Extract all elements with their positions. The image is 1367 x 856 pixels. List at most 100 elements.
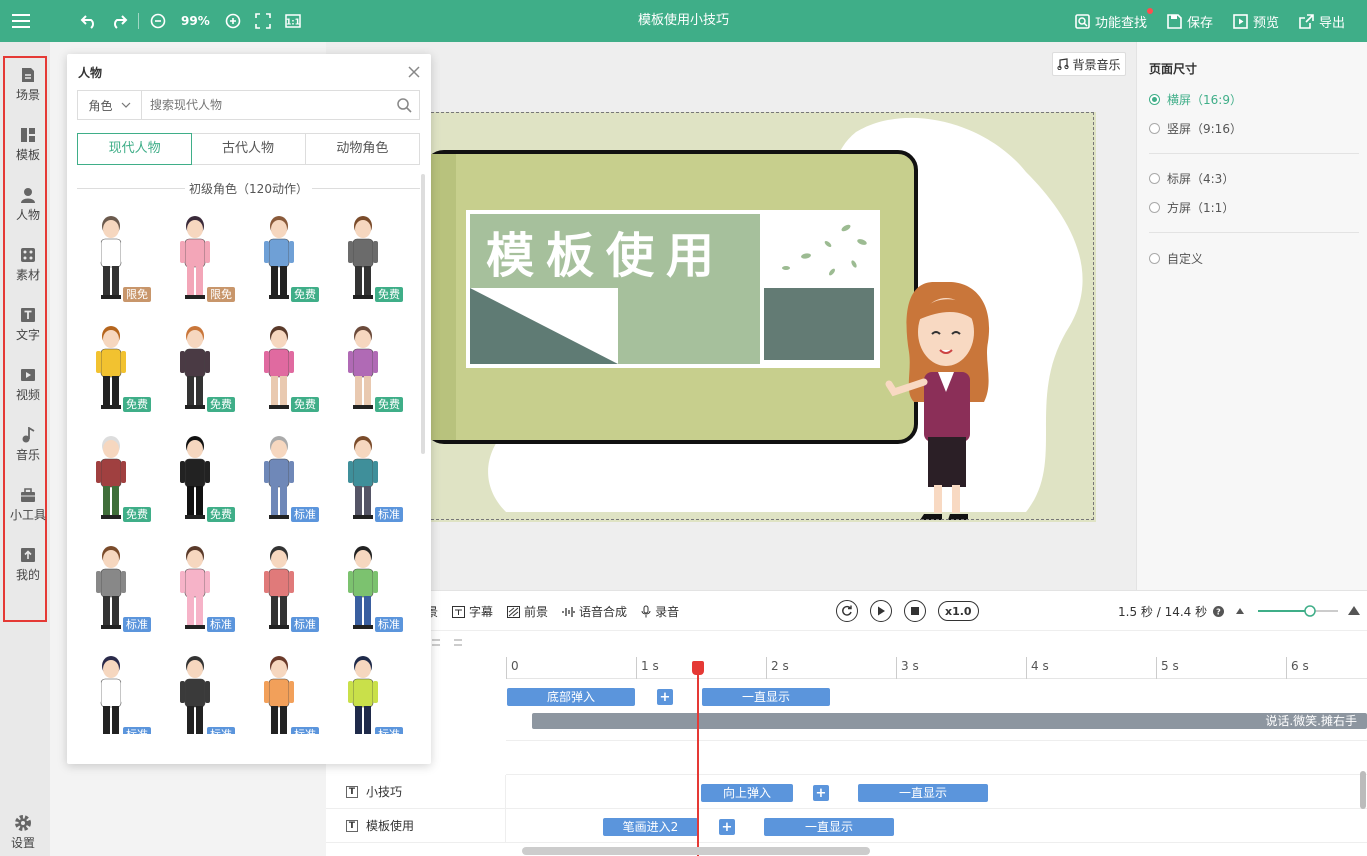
preview-button[interactable]: 预览	[1233, 12, 1279, 31]
export-button[interactable]: 导出	[1299, 12, 1345, 31]
add-animation-button[interactable]: +	[719, 819, 735, 835]
fit-screen-button[interactable]	[252, 10, 274, 32]
menu-button[interactable]	[0, 0, 42, 42]
sidebar-item-material[interactable]: 素材	[5, 238, 51, 294]
character-thumbnail[interactable]: 标准	[333, 644, 403, 734]
search-button[interactable]	[389, 97, 419, 113]
subtitle-button[interactable]: 字幕	[452, 603, 493, 620]
animation-block[interactable]: 笔画进入2	[603, 818, 698, 836]
action-bar[interactable]: 说话.微笑.摊右手	[532, 713, 1367, 729]
play-button[interactable]	[870, 600, 892, 622]
timeline-vertical-scrollbar[interactable]	[1360, 771, 1366, 809]
radio-landscape[interactable]: 横屏（16:9）	[1149, 90, 1242, 108]
sidebar-label: 场景	[15, 88, 40, 102]
track-label-tips[interactable]: T 小技巧	[326, 775, 506, 809]
character-thumbnail[interactable]: 限免	[81, 204, 151, 304]
price-badge: 标准	[123, 727, 151, 734]
slider-handle[interactable]	[1304, 605, 1316, 617]
character-thumbnail[interactable]: 标准	[165, 644, 235, 734]
tab-modern[interactable]: 现代人物	[77, 133, 193, 165]
sidebar-item-tools[interactable]: 小工具	[5, 478, 51, 534]
sidebar-item-video[interactable]: 视频	[5, 358, 51, 414]
save-button[interactable]: 保存	[1167, 12, 1213, 31]
undo-button[interactable]	[78, 10, 100, 32]
zoom-out-button[interactable]	[147, 10, 169, 32]
redo-button[interactable]	[108, 10, 130, 32]
settings-button[interactable]: 设置	[0, 812, 46, 856]
character-thumbnail[interactable]: 标准	[333, 534, 403, 634]
character-thumbnail[interactable]: 标准	[333, 424, 403, 524]
sidebar-item-text[interactable]: 文字	[5, 298, 51, 354]
preview-icon	[1233, 13, 1248, 29]
sidebar-item-mine[interactable]: 我的	[5, 538, 51, 594]
sidebar-item-scene[interactable]: 场景	[5, 58, 51, 114]
radio-square[interactable]: 方屏（1:1）	[1149, 198, 1234, 216]
sidebar-item-person[interactable]: 人物	[5, 178, 51, 234]
character-thumbnail[interactable]: 限免	[165, 204, 235, 304]
animation-block[interactable]: 一直显示	[764, 818, 894, 836]
zoom-in-button[interactable]	[222, 10, 244, 32]
foreground-icon	[507, 605, 521, 618]
sidebar-item-music[interactable]: 音乐	[5, 418, 51, 474]
scene-icon	[22, 68, 34, 82]
animation-block[interactable]: 向上弹入	[701, 784, 793, 802]
radio-custom[interactable]: 自定义	[1149, 249, 1203, 267]
role-select[interactable]: 角色	[78, 91, 142, 119]
align-icons	[432, 639, 462, 646]
close-icon[interactable]	[406, 64, 422, 80]
search-feature-icon	[1075, 13, 1090, 29]
character-thumbnail[interactable]: 免费	[81, 424, 151, 524]
character-thumbnail[interactable]: 标准	[165, 534, 235, 634]
panel-scrollbar[interactable]	[421, 174, 425, 454]
radio-standard[interactable]: 标屏（4:3）	[1149, 169, 1234, 187]
background-music-button[interactable]: 背景音乐	[1052, 52, 1126, 76]
stage-canvas[interactable]: 模板使用	[426, 112, 1096, 522]
divider	[1149, 153, 1359, 154]
replay-button[interactable]	[836, 600, 858, 622]
foreground-button[interactable]: 前景	[507, 603, 548, 620]
character-thumbnail[interactable]: 标准	[249, 424, 319, 524]
sidebar-item-template[interactable]: 模板	[5, 118, 51, 174]
help-icon[interactable]: ?	[1212, 606, 1224, 617]
sidebar-label: 小工具	[9, 508, 46, 522]
add-animation-button[interactable]: +	[657, 689, 673, 705]
search-input[interactable]	[142, 98, 389, 112]
character-thumbnail[interactable]: 免费	[165, 314, 235, 414]
tts-button[interactable]: 语音合成	[562, 603, 627, 620]
character-thumbnail[interactable]: 免费	[249, 204, 319, 304]
speed-button[interactable]: x1.0	[938, 601, 979, 621]
character-thumbnail[interactable]: 免费	[249, 314, 319, 414]
tab-animal[interactable]: 动物角色	[306, 134, 419, 164]
feature-search-button[interactable]: 功能查找	[1075, 7, 1153, 31]
timeline-horizontal-scrollbar[interactable]	[522, 847, 870, 855]
price-badge: 标准	[207, 727, 235, 734]
fullscreen-icon	[254, 13, 271, 29]
animation-block[interactable]: 一直显示	[858, 784, 988, 802]
animation-block[interactable]: 底部弹入	[507, 688, 635, 706]
character-thumbnail[interactable]: 标准	[249, 644, 319, 734]
timeline-zoom-slider[interactable]	[1232, 603, 1362, 619]
radio-portrait[interactable]: 竖屏（9:16）	[1149, 119, 1242, 137]
sidebar-label: 模板	[15, 148, 40, 162]
svg-text:1:1: 1:1	[286, 18, 301, 27]
character-thumbnail[interactable]: 免费	[333, 204, 403, 304]
price-badge: 标准	[123, 617, 151, 632]
tab-ancient[interactable]: 古代人物	[191, 134, 306, 164]
stop-button[interactable]	[904, 600, 926, 622]
character-thumbnail[interactable]: 免费	[81, 314, 151, 414]
character-thumbnail[interactable]: 免费	[165, 424, 235, 524]
text-layer-icon: T	[346, 785, 358, 798]
add-animation-button[interactable]: +	[813, 785, 829, 801]
actual-size-button[interactable]: 1:1	[282, 10, 304, 32]
price-badge: 免费	[207, 397, 235, 412]
record-button[interactable]: 录音	[641, 603, 679, 620]
character-thumbnail[interactable]: 标准	[81, 534, 151, 634]
character-thumbnail[interactable]: 免费	[333, 314, 403, 414]
animation-block[interactable]: 一直显示	[702, 688, 830, 706]
character-thumbnail[interactable]: 标准	[81, 644, 151, 734]
ruler-tick: 6 s	[1286, 657, 1309, 679]
character-thumbnail[interactable]: 标准	[249, 534, 319, 634]
menu-icon	[12, 20, 30, 22]
track-label-template[interactable]: T 模板使用	[326, 809, 506, 843]
ruler-tick: 5 s	[1156, 657, 1179, 679]
